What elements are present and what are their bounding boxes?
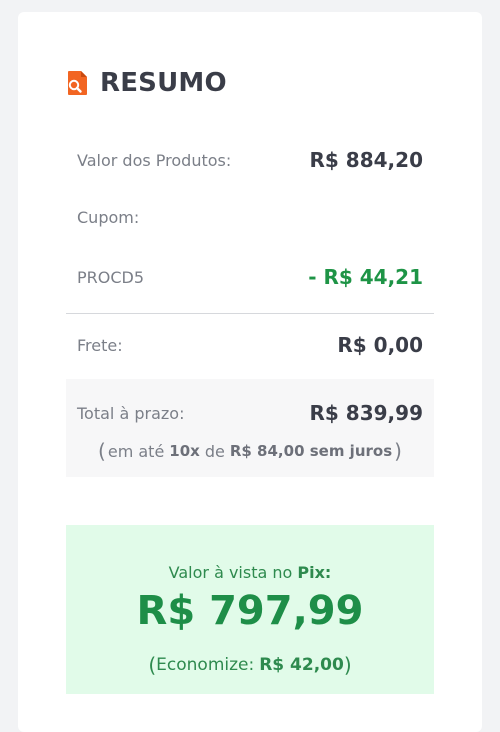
total-value: R$ 839,99 [309,401,423,425]
installments-count: 10x [169,442,200,460]
products-label: Valor dos Produtos: [77,150,232,170]
total-row: Total à prazo: R$ 839,99 [77,401,423,425]
total-box: Total à prazo: R$ 839,99 ( em até 10x de… [66,379,434,477]
pix-savings-label: Economize: [156,655,255,675]
pix-label-prefix: Valor à vista no [168,563,293,582]
products-row: Valor dos Produtos: R$ 884,20 [77,148,423,172]
shipping-label: Frete: [77,335,123,355]
coupon-code-row: PROCD5 - R$ 44,21 [77,265,423,289]
pix-savings: ( Economize: R$ 42,00 ) [148,653,352,677]
pix-label-method: Pix: [297,563,332,582]
shipping-value: R$ 0,00 [337,333,423,357]
total-label: Total à prazo: [77,403,185,423]
installments-prefix: em até [107,441,165,461]
coupon-code: PROCD5 [77,267,145,287]
pix-savings-value: R$ 42,00 [259,655,344,675]
pix-label: Valor à vista no Pix: [66,563,434,582]
summary-header: RESUMO [66,68,227,98]
installments-amount: R$ 84,00 sem juros [229,442,393,460]
divider [66,313,434,314]
installments-mid: de [204,441,225,461]
coupon-discount: - R$ 44,21 [308,265,423,289]
products-value: R$ 884,20 [309,148,423,172]
summary-card: RESUMO Valor dos Produtos: R$ 884,20 Cup… [18,12,482,732]
shipping-row: Frete: R$ 0,00 [77,333,423,357]
coupon-label: Cupom: [77,208,140,227]
document-search-icon [68,71,87,95]
coupon-row: Cupom: [77,208,423,227]
summary-title: RESUMO [100,68,227,98]
pix-box: Valor à vista no Pix: R$ 797,99 ( Econom… [66,525,434,694]
installments-text: ( em até 10x de R$ 84,00 sem juros ) [98,439,402,463]
pix-price: R$ 797,99 [136,588,364,634]
